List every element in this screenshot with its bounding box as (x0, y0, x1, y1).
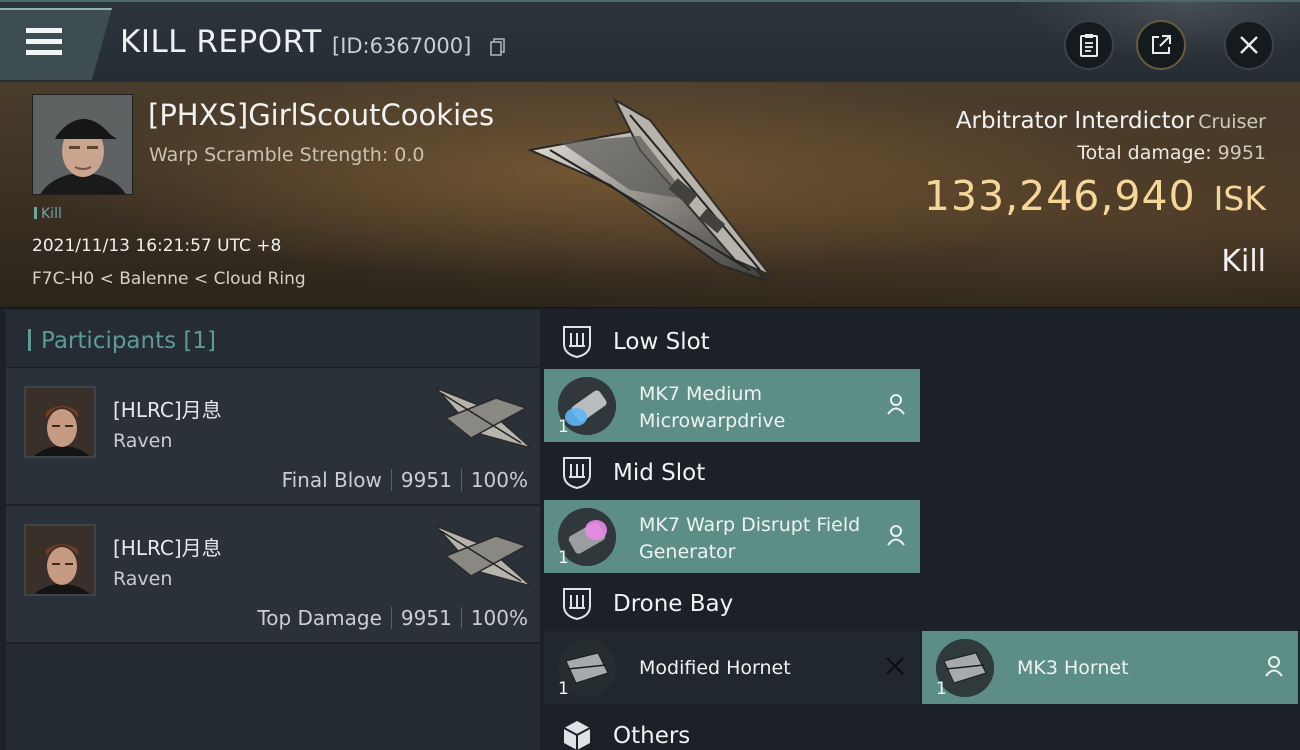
participant-percent: 100% (470, 468, 528, 492)
kill-timestamp: 2021/11/13 16:21:57 UTC +8 (32, 236, 282, 256)
divider (390, 469, 392, 491)
module-item[interactable]: 1 MK7 Warp Disrupt Field Generator (544, 500, 920, 573)
victim-portrait-image (33, 95, 132, 194)
menu-button[interactable] (0, 8, 112, 80)
module-name: MK7 Medium Microwarpdrive (639, 383, 786, 432)
participant-damage: 9951 (400, 468, 452, 492)
participant-name: [HLRC]月息 (113, 536, 222, 560)
module-name: MK7 Warp Disrupt Field Generator (639, 514, 861, 563)
pilot-icon (887, 525, 905, 546)
cube-icon (563, 721, 591, 750)
clipboard-button[interactable] (1064, 20, 1114, 70)
participant-name: [HLRC]月息 (113, 398, 222, 422)
participant-role: Final Blow (281, 468, 382, 492)
ship-type-label: Arbitrator Interdictor (955, 108, 1195, 134)
isk-value: 133,246,940 (923, 172, 1196, 220)
module-name: MK3 Hornet (1017, 657, 1129, 679)
divider (460, 469, 462, 491)
drone-bay-header: Drone Bay (544, 574, 1300, 632)
participant-damage: 9951 (400, 606, 452, 630)
participant-stats: Top Damage 9951 100% (257, 606, 528, 630)
isk-value-row: 133,246,940 ISK (924, 172, 1266, 220)
participant-role: Top Damage (257, 606, 382, 630)
participants-header: Participants [1] (6, 310, 540, 368)
copy-icon[interactable] (490, 38, 506, 56)
share-icon (1152, 35, 1171, 54)
shield-slot-icon (563, 457, 591, 489)
module-quantity: 1 (558, 679, 569, 699)
kill-location[interactable]: F7C-H0 < Balenne < Cloud Ring (32, 269, 306, 289)
result-label: Kill (1221, 244, 1266, 279)
clipboard-icon (1080, 34, 1098, 57)
pilot-icon (887, 394, 905, 415)
module-name: Modified Hornet (639, 657, 791, 679)
participant-row[interactable]: [HLRC]月息 Raven Final Blow 9951 100% (6, 368, 540, 506)
participant-percent: 100% (470, 606, 528, 630)
drone-bay-title: Drone Bay (613, 591, 734, 617)
module-quantity: 1 (558, 417, 569, 437)
module-item[interactable]: 1 Modified Hornet (544, 631, 920, 704)
module-item[interactable]: 1 MK7 Medium Microwarpdrive (544, 369, 920, 442)
shield-slot-icon (563, 326, 591, 358)
victim-name[interactable]: [PHXS]GirlScoutCookies (148, 98, 494, 132)
page-title: KILL REPORT (120, 24, 322, 60)
module-quantity: 1 (558, 548, 569, 568)
top-bar: KILL REPORT [ID:6367000] (0, 0, 1300, 82)
fittings-panel: Low Slot 1 MK7 Medium Microwarpdrive Mid… (544, 310, 1300, 750)
warp-scramble-strength: Warp Scramble Strength: 0.0 (149, 144, 425, 166)
report-id: [ID:6367000] (332, 34, 472, 58)
total-damage: Total damage: 9951 (1077, 142, 1266, 164)
participant-ship: Raven (113, 568, 173, 590)
mid-slot-header: Mid Slot (544, 443, 1300, 501)
divider (390, 607, 392, 629)
destroyed-x-icon (886, 657, 904, 675)
participant-ship-image (435, 525, 532, 587)
divider (460, 607, 462, 629)
total-damage-value: 9951 (1217, 142, 1266, 164)
participant-avatar[interactable] (24, 524, 96, 596)
participant-ship-image (435, 387, 532, 449)
close-icon (1240, 36, 1258, 54)
participant-portrait-image (26, 526, 94, 594)
ship-class-label: Cruiser (1198, 111, 1266, 133)
participant-stats: Final Blow 9951 100% (282, 468, 528, 492)
shield-slot-icon (563, 588, 591, 620)
participant-ship: Raven (113, 430, 173, 452)
others-header: Others (544, 706, 1300, 750)
participant-row[interactable]: [HLRC]月息 Raven Top Damage 9951 100% (6, 506, 540, 644)
module-item[interactable]: 1 MK3 Hornet (922, 631, 1298, 704)
total-damage-label: Total damage: (1077, 142, 1212, 164)
close-button[interactable] (1224, 20, 1274, 70)
module-quantity: 1 (936, 679, 947, 699)
menu-icon (26, 28, 62, 58)
participant-avatar[interactable] (24, 386, 96, 458)
participant-portrait-image (26, 388, 94, 456)
low-slot-title: Low Slot (613, 329, 710, 355)
low-slot-header: Low Slot (544, 312, 1300, 370)
pilot-icon (1265, 656, 1283, 677)
victim-avatar[interactable] (32, 94, 133, 195)
participants-panel: Participants [1] [HLRC]月息 Raven Final Bl… (6, 310, 540, 750)
kill-tag: Kill (34, 206, 62, 222)
isk-unit: ISK (1213, 179, 1266, 218)
share-button[interactable] (1136, 20, 1186, 70)
others-title: Others (613, 723, 691, 749)
mid-slot-title: Mid Slot (613, 460, 706, 486)
victim-ship-image[interactable] (520, 90, 780, 290)
victim-ship-name[interactable]: Arbitrator Interdictor Cruiser (956, 108, 1266, 134)
victim-banner: [PHXS]GirlScoutCookies Warp Scramble Str… (0, 82, 1300, 308)
